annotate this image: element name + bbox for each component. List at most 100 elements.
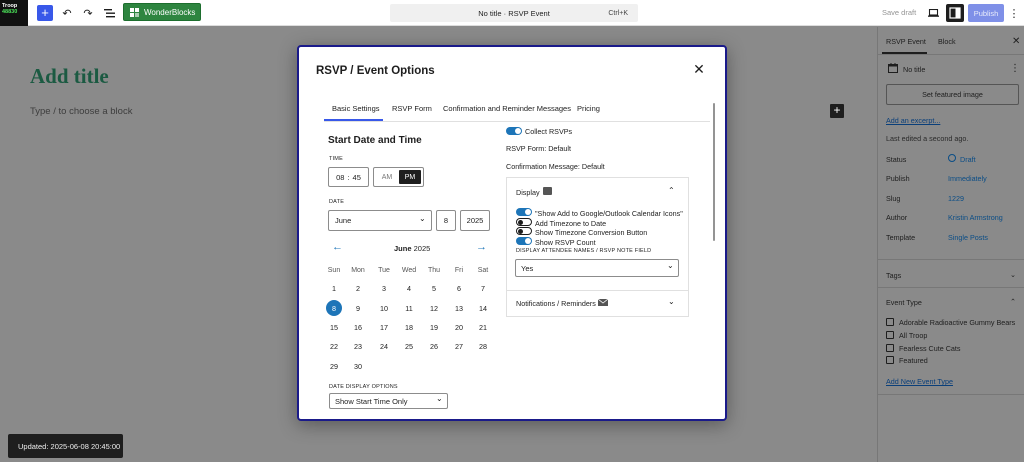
previous-month-icon[interactable]: ← [332,241,343,253]
day-input[interactable]: 8 [436,210,456,231]
calendar-day[interactable]: 18 [401,319,417,335]
calendar-day[interactable]: 21 [475,319,491,335]
snackbar-notice[interactable]: Updated: 2025-06-08 20:45:00 [8,434,123,458]
chevron-down-icon[interactable]: ⌄ [668,297,675,306]
save-draft-button[interactable]: Save draft [882,8,916,17]
checkbox-event-type[interactable] [886,344,894,352]
site-logo[interactable]: Troop 48830 [0,0,28,26]
undo-icon[interactable]: ↶ [60,5,74,21]
close-icon[interactable]: ✕ [692,62,706,76]
notifications-panel-title[interactable]: Notifications / Reminders [516,299,596,308]
date-display-select[interactable]: Show Start Time Only [329,393,448,409]
post-actions-icon[interactable]: ⋮ [1010,63,1020,74]
logo-line-2: 48830 [2,9,18,15]
publish-value[interactable]: Immediately [948,174,987,183]
calendar-day[interactable]: 19 [426,319,442,335]
tags-panel-toggle[interactable]: Tags [886,271,901,280]
month-select[interactable]: June [328,210,432,231]
chevron-down-icon: ⌄ [436,394,443,403]
minute-field[interactable]: 45 [353,173,361,182]
calendar-day[interactable]: 27 [451,338,467,354]
settings-panel-toggle[interactable] [946,4,964,22]
post-title-input[interactable]: Add title [30,64,109,89]
tab-confirmation-reminder[interactable]: Confirmation and Reminder Messages [443,104,571,113]
add-block-icon[interactable]: + [830,104,844,118]
collect-rsvps-toggle[interactable] [506,127,522,135]
tab-block[interactable]: Block [938,37,956,46]
document-overview-icon[interactable] [102,5,116,21]
calendar-day[interactable]: 28 [475,338,491,354]
status-value[interactable]: Draft [960,155,976,164]
tab-basic-settings[interactable]: Basic Settings [332,104,380,113]
calendar-day[interactable]: 2 [350,280,366,296]
block-placeholder[interactable]: Type / to choose a block [30,106,132,117]
checkbox-event-type[interactable] [886,356,894,364]
close-icon[interactable]: ✕ [1012,36,1020,47]
author-value[interactable]: Kristin Armstrong [948,213,1003,222]
tab-rsvp-event[interactable]: RSVP Event [886,37,926,46]
block-inserter-button[interactable]: + [37,5,53,21]
year-input[interactable]: 2025 [460,210,490,231]
rsvp-count-toggle[interactable] [516,237,532,245]
event-type-option[interactable]: Featured [899,356,928,365]
timezone-conversion-toggle[interactable] [516,227,532,235]
calendar-day[interactable]: 6 [451,280,467,296]
calendar-day[interactable]: 3 [376,280,392,296]
calendar-day[interactable]: 30 [350,358,366,374]
wonderblocks-button[interactable]: WonderBlocks [123,3,201,21]
command-palette-bar[interactable]: No title · RSVP Event Ctrl+K [390,4,638,22]
checkbox-event-type[interactable] [886,318,894,326]
slug-value[interactable]: 1229 [948,194,964,203]
calendar-day[interactable]: 8 [326,300,342,316]
calendar-day[interactable]: 10 [376,300,392,316]
draft-status-icon [948,154,956,162]
tab-rsvp-form[interactable]: RSVP Form [392,104,432,113]
am-button[interactable]: AM [377,170,397,184]
hour-field[interactable]: 08 [336,173,344,182]
calendar-day[interactable]: 24 [376,338,392,354]
chevron-down-icon[interactable]: ⌄ [1010,270,1016,279]
template-value[interactable]: Single Posts [948,233,988,242]
calendar-day[interactable]: 17 [376,319,392,335]
tab-pricing[interactable]: Pricing [577,104,600,113]
event-type-panel-toggle[interactable]: Event Type [886,298,922,307]
timezone-date-toggle[interactable] [516,218,532,226]
preview-icon[interactable] [926,5,940,21]
calendar-day[interactable]: 14 [475,300,491,316]
chevron-up-icon[interactable]: ⌃ [668,186,675,195]
set-featured-image-button[interactable]: Set featured image [886,84,1019,105]
pm-button[interactable]: PM [399,170,421,184]
calendar-day[interactable]: 26 [426,338,442,354]
options-menu-icon[interactable]: ⋮ [1008,5,1020,21]
display-panel-title[interactable]: Display [516,188,540,197]
calendar-day[interactable]: 1 [326,280,342,296]
redo-icon[interactable]: ↷ [81,5,95,21]
modal-scrollbar[interactable] [713,103,715,241]
publish-button[interactable]: Publish [968,4,1004,22]
event-type-option[interactable]: Fearless Cute Cats [899,344,961,353]
next-month-icon[interactable]: → [476,241,487,253]
calendar-day[interactable]: 15 [326,319,342,335]
event-type-option[interactable]: All Troop [899,331,927,340]
calendar-day[interactable]: 20 [451,319,467,335]
calendar-day[interactable]: 13 [451,300,467,316]
time-input[interactable]: 08:45 [328,167,369,187]
calendar-day[interactable]: 16 [350,319,366,335]
add-excerpt-link[interactable]: Add an excerpt... [886,116,940,125]
checkbox-event-type[interactable] [886,331,894,339]
calendar-day[interactable]: 22 [326,338,342,354]
calendar-day[interactable]: 5 [426,280,442,296]
calendar-day[interactable]: 9 [350,300,366,316]
add-new-event-type-link[interactable]: Add New Event Type [886,377,953,386]
calendar-day[interactable]: 29 [326,358,342,374]
calendar-icons-toggle[interactable] [516,208,532,216]
calendar-day[interactable]: 4 [401,280,417,296]
calendar-day[interactable]: 11 [401,300,417,316]
calendar-day[interactable]: 7 [475,280,491,296]
calendar-day[interactable]: 25 [401,338,417,354]
attendee-names-select[interactable]: Yes [515,259,679,277]
calendar-day[interactable]: 23 [350,338,366,354]
calendar-day[interactable]: 12 [426,300,442,316]
event-type-option[interactable]: Adorable Radioactive Gummy Bears [899,318,1015,327]
chevron-up-icon[interactable]: ⌃ [1010,297,1016,306]
